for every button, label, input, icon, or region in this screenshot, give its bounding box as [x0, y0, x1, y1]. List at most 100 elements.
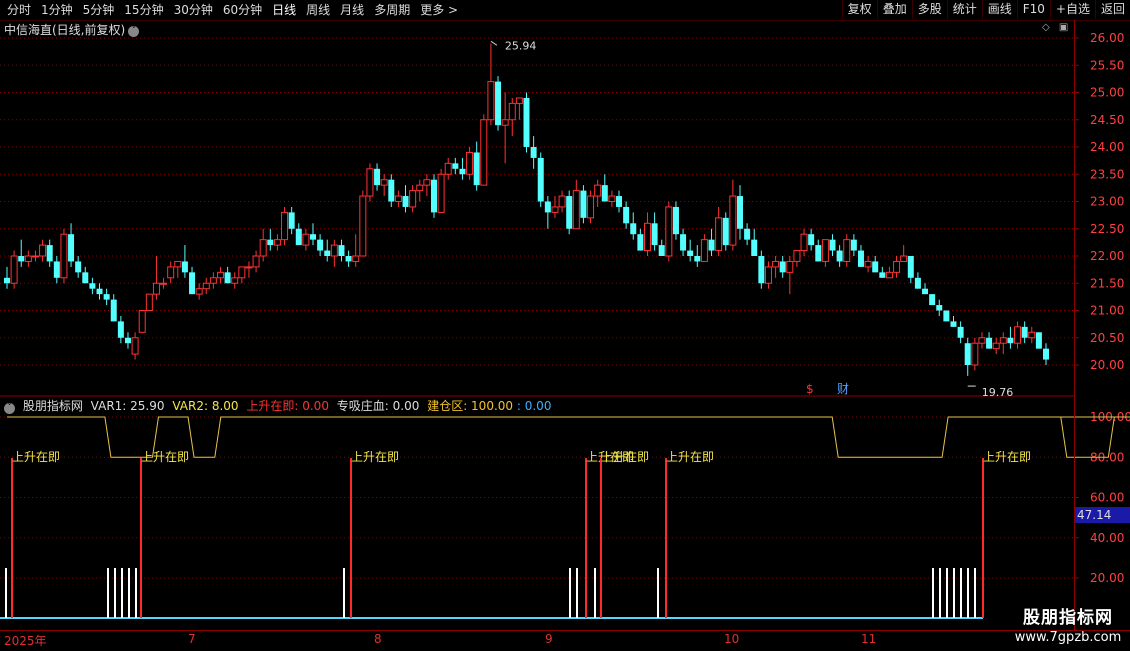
candle-body: [950, 321, 957, 327]
candle-body: [402, 196, 409, 207]
candle-body: [1043, 348, 1049, 360]
candle-body: [345, 256, 352, 262]
candle-body: [189, 272, 196, 295]
candle-body: [245, 266, 253, 269]
candle-body: [992, 342, 1000, 350]
candle-body: [352, 255, 360, 262]
candle-body: [1028, 331, 1036, 339]
candle-body: [786, 260, 794, 273]
candle-body: [836, 250, 843, 262]
candle-body: [793, 250, 801, 262]
candle-body: [317, 239, 324, 251]
candle-body: [124, 337, 131, 344]
candle-body: [530, 147, 537, 158]
candle-body: [302, 233, 310, 246]
candle-body: [623, 206, 630, 224]
candle-body: [1035, 332, 1042, 349]
candle-body: [160, 282, 168, 285]
candle-body: [665, 206, 673, 257]
indicator-name[interactable]: 股朋指标网: [23, 399, 83, 413]
candle-body: [643, 222, 651, 252]
candle-body: [46, 245, 53, 262]
candle-body: [416, 184, 424, 192]
candle-body: [501, 119, 509, 126]
indicator-header: ˅ 股朋指标网 VAR1: 25.90 VAR2: 8.00 上升在即: 0.0…: [4, 397, 555, 414]
candle-body: [4, 277, 10, 284]
candle-body: [971, 342, 979, 366]
candle-body: [872, 261, 879, 273]
candle-body: [430, 179, 437, 213]
candle-body: [986, 337, 993, 349]
signal-label: 上升在即: [141, 450, 189, 464]
candle-body: [885, 271, 893, 279]
candle-body: [259, 239, 267, 257]
candle-body: [68, 234, 75, 262]
candle-body: [572, 190, 580, 230]
candle-body: [437, 173, 445, 213]
candle-body: [715, 217, 723, 252]
candle-body: [843, 239, 851, 262]
candle-body: [694, 256, 701, 262]
candle-body: [829, 239, 836, 251]
candle-body: [103, 294, 110, 300]
candle-body: [523, 97, 530, 147]
candle-body: [558, 195, 566, 208]
candle-body: [24, 255, 32, 262]
candle-body: [152, 282, 160, 295]
candle-body: [515, 97, 523, 104]
candle-body: [288, 212, 295, 229]
candle-body: [957, 326, 964, 338]
candle-body: [388, 179, 395, 202]
build-zone-value: 建仓区: 100.00: [427, 399, 514, 413]
build-zone-b-value: : 0.00: [516, 399, 552, 413]
candle-body: [480, 119, 488, 186]
candle-body: [978, 337, 986, 344]
candle-body: [864, 260, 872, 268]
candle-body: [808, 234, 815, 246]
date-label-2025: 2025年: [4, 634, 47, 648]
candle-body: [295, 228, 302, 246]
candle-body: [900, 255, 908, 262]
candle-body: [922, 288, 929, 295]
candle-body: [758, 256, 765, 284]
date-label-8: 8: [374, 632, 382, 646]
candle-body: [800, 233, 808, 252]
candle-body: [964, 343, 971, 365]
price-axis-panel: [1074, 20, 1130, 630]
candle-body: [338, 245, 345, 256]
signal-label: 上升在即: [983, 450, 1031, 464]
candle-body: [764, 266, 772, 284]
candle-body: [31, 255, 39, 258]
candle-body: [736, 196, 743, 229]
candle-body: [929, 294, 936, 306]
candle-body: [380, 179, 388, 186]
date-label-11: 11: [861, 632, 877, 646]
candle-body: [82, 272, 89, 284]
candle-body: [138, 310, 146, 333]
candle-body: [815, 245, 822, 262]
absorb-value: 专吸庄血: 0.00: [336, 399, 420, 413]
candle-body: [672, 206, 679, 235]
candle-body: [551, 206, 559, 213]
signal-label: 上升在即: [601, 450, 649, 464]
candle-body: [366, 168, 374, 197]
candle-body: [10, 255, 18, 284]
candle-body: [658, 245, 665, 256]
candle-body: [487, 81, 495, 121]
candle-body: [495, 81, 502, 126]
settings-icon[interactable]: ˅: [4, 403, 15, 414]
candle-body: [708, 239, 715, 251]
price-chart[interactable]: 26.0025.5025.0024.5024.0023.5023.0022.50…: [0, 0, 1130, 650]
candle-body: [608, 195, 616, 203]
candle-body: [423, 179, 431, 186]
watermark: 股朋指标网 www.7gpzb.com: [1006, 603, 1130, 645]
candle-body: [231, 277, 239, 284]
candle-body: [936, 305, 943, 311]
candle-body: [680, 234, 687, 251]
candle-body: [131, 337, 139, 355]
candle-body: [89, 283, 96, 289]
watermark-url: www.7gpzb.com: [1014, 630, 1122, 645]
candle-body: [651, 223, 658, 246]
candle-body: [1007, 337, 1014, 344]
candle-body: [394, 195, 402, 203]
